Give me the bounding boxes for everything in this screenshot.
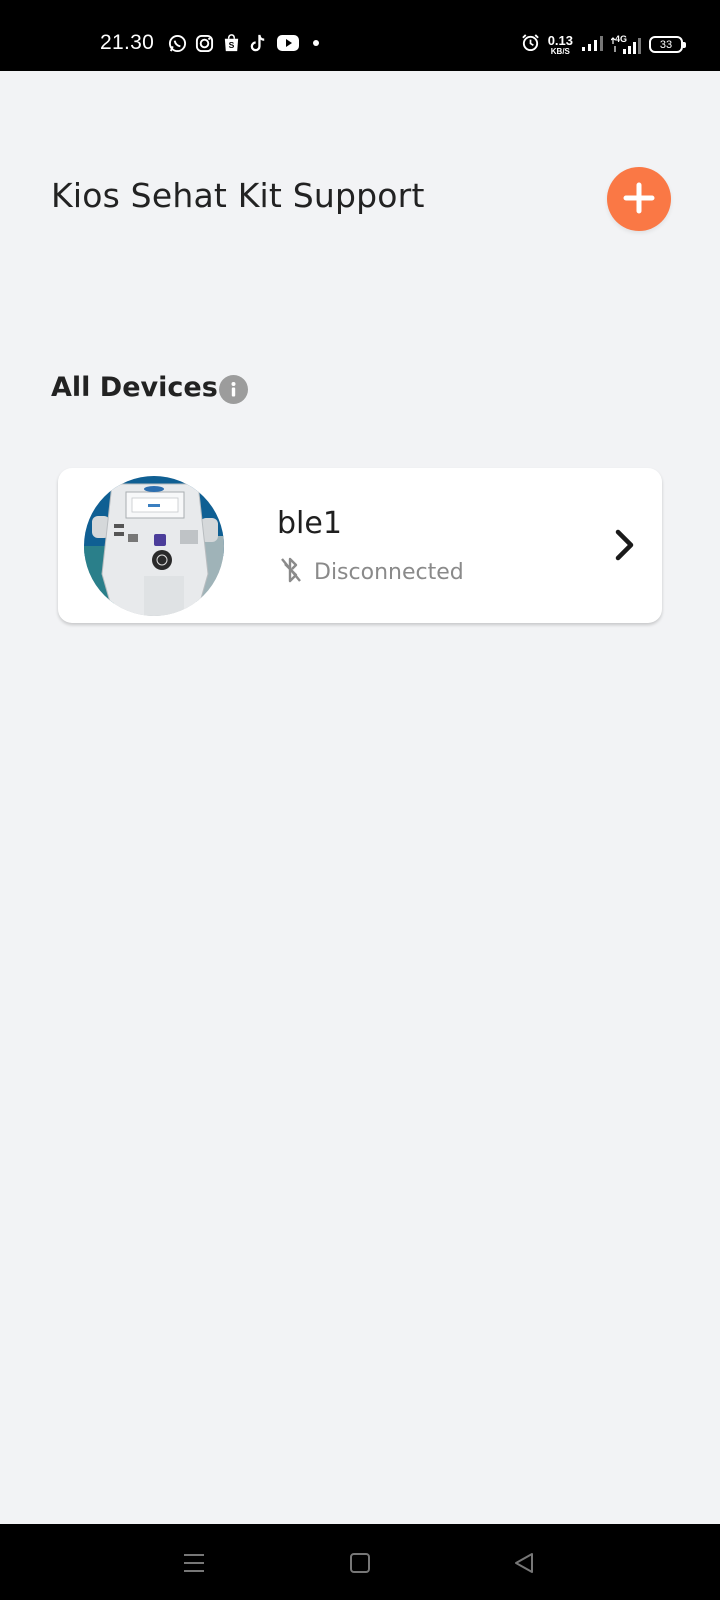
info-icon[interactable] bbox=[219, 375, 248, 404]
network-speed: 0.13 KB/S bbox=[548, 34, 573, 56]
device-card[interactable]: ble1 Disconnected bbox=[58, 468, 662, 623]
notification-icons: S bbox=[168, 33, 324, 53]
navigation-bar bbox=[0, 1524, 720, 1600]
home-icon[interactable] bbox=[345, 1548, 375, 1578]
dot-icon bbox=[308, 38, 324, 48]
whatsapp-icon bbox=[168, 34, 187, 53]
chevron-right-icon[interactable] bbox=[610, 526, 640, 564]
bluetooth-disabled-icon bbox=[280, 556, 302, 588]
signal-icon bbox=[581, 35, 603, 55]
device-image bbox=[84, 476, 224, 616]
network-speed-unit: KB/S bbox=[550, 46, 570, 56]
youtube-icon bbox=[276, 34, 300, 52]
device-name: ble1 bbox=[277, 506, 342, 541]
system-status: 0.13 KB/S 4G 33 bbox=[521, 33, 686, 56]
shopee-icon: S bbox=[222, 33, 241, 53]
network-speed-value: 0.13 bbox=[547, 32, 573, 48]
status-time: 21.30 bbox=[100, 31, 155, 54]
status-bar: 21.30 S 0.13 KB/S 4G 33 bbox=[0, 0, 720, 71]
svg-text:S: S bbox=[229, 40, 235, 50]
plus-icon bbox=[622, 181, 656, 218]
tiktok-icon bbox=[249, 33, 268, 53]
page-title: Kios Sehat Kit Support bbox=[51, 176, 425, 215]
device-status-text: Disconnected bbox=[314, 559, 464, 585]
add-device-button[interactable] bbox=[607, 167, 671, 231]
mobile-data-icon: 4G bbox=[611, 34, 641, 54]
back-icon[interactable] bbox=[509, 1548, 539, 1578]
device-status: Disconnected bbox=[280, 556, 464, 588]
menu-icon[interactable] bbox=[179, 1548, 209, 1578]
battery-icon: 33 bbox=[649, 36, 686, 53]
instagram-icon bbox=[195, 34, 214, 53]
section-title: All Devices bbox=[51, 372, 218, 403]
alarm-icon bbox=[521, 33, 540, 56]
